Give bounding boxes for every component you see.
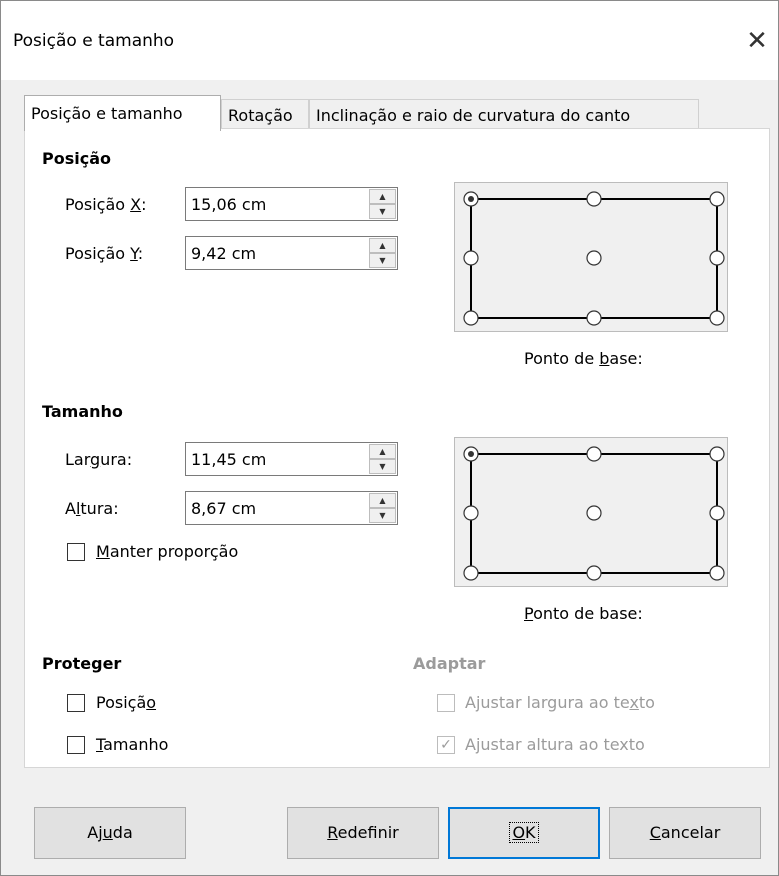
fit-width-label: Ajustar largura ao texto [465,693,655,712]
position-x-spinbox[interactable]: 15,06 cm ▲ ▼ [185,187,398,221]
help-button[interactable]: Ajuda [34,807,186,859]
protect-size-checkbox[interactable] [67,736,85,754]
tab-rotation[interactable]: Rotação [221,99,309,131]
cancel-button[interactable]: Cancelar [609,807,761,859]
height-spinbox[interactable]: 8,67 cm ▲ ▼ [185,491,398,525]
spin-up-icon[interactable]: ▲ [369,238,396,253]
position-heading: Posição [42,149,111,168]
position-x-value: 15,06 cm [191,195,267,214]
keep-ratio-label[interactable]: Manter proporção [96,542,238,561]
keep-ratio-checkbox[interactable] [67,543,85,561]
base-point-grid-icon [463,446,725,581]
height-value: 8,67 cm [191,499,257,518]
spin-down-icon[interactable]: ▼ [369,253,396,268]
size-base-point-selector[interactable] [454,437,728,587]
adapt-heading: Adaptar [413,654,486,673]
position-y-label: Posição Y: [65,244,144,263]
spin-up-icon[interactable]: ▲ [369,189,396,204]
height-label: Altura: [65,499,119,518]
fit-width-checkbox [437,694,455,712]
spin-up-icon[interactable]: ▲ [369,493,396,508]
spin-down-icon[interactable]: ▼ [369,459,396,474]
spin-down-icon[interactable]: ▼ [369,508,396,523]
ok-button[interactable]: OK [448,807,600,859]
dialog-window: Posição e tamanho ✕ Posição e tamanho Ro… [0,0,779,876]
position-x-label: Posição X: [65,195,147,214]
base-point-grid-icon [463,191,725,326]
size-heading: Tamanho [42,402,123,421]
position-base-point-selector[interactable] [454,182,728,332]
size-base-point-label: Ponto de base: [524,604,643,623]
spin-down-icon[interactable]: ▼ [369,204,396,219]
close-icon[interactable]: ✕ [734,18,779,64]
protect-size-label[interactable]: Tamanho [96,735,168,754]
protect-position-label[interactable]: Posição [96,693,156,712]
title-bar: Posição e tamanho ✕ [1,1,778,80]
position-y-spinbox[interactable]: 9,42 cm ▲ ▼ [185,236,398,270]
width-spinbox[interactable]: 11,45 cm ▲ ▼ [185,442,398,476]
width-value: 11,45 cm [191,450,267,469]
protect-position-checkbox[interactable] [67,694,85,712]
tab-slant-corner-radius[interactable]: Inclinação e raio de curvatura do canto [309,99,699,131]
protect-heading: Proteger [42,654,122,673]
position-y-value: 9,42 cm [191,244,257,263]
width-label: Largura: [65,450,133,469]
tab-position-size[interactable]: Posição e tamanho [24,95,221,131]
spin-up-icon[interactable]: ▲ [369,444,396,459]
position-base-point-label: Ponto de base: [524,349,643,368]
reset-button[interactable]: Redefinir [287,807,439,859]
dialog-title: Posição e tamanho [13,31,175,51]
fit-height-checkbox: ✓ [437,736,455,754]
fit-height-label: Ajustar altura ao texto [465,735,645,754]
